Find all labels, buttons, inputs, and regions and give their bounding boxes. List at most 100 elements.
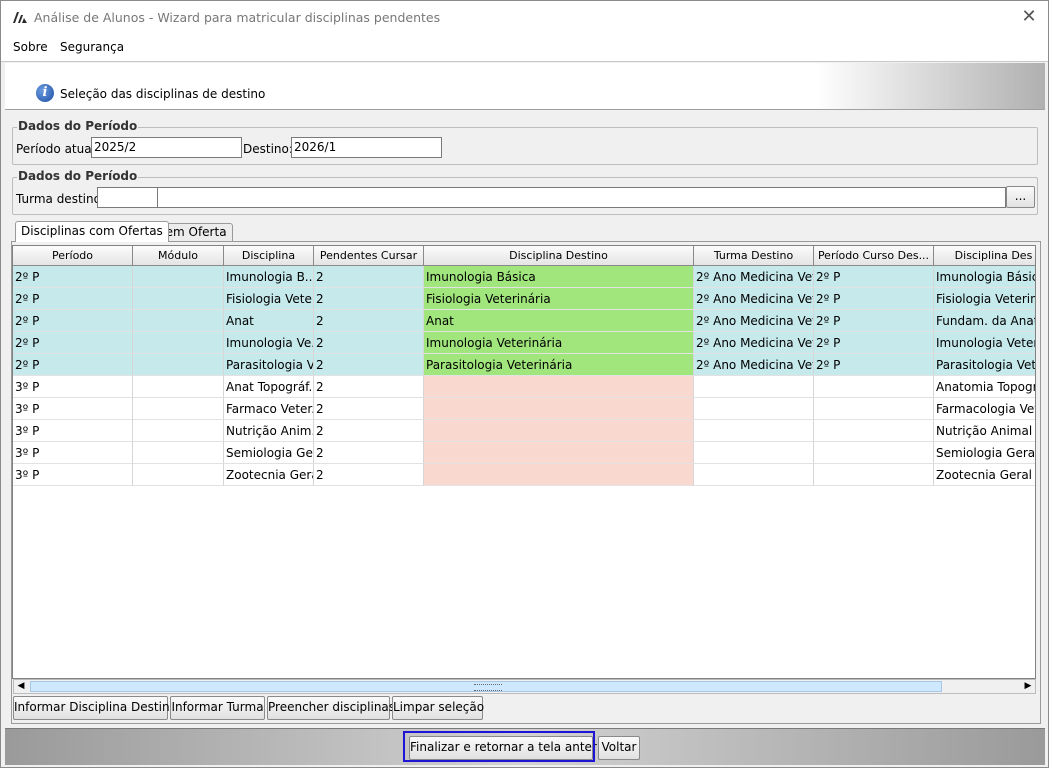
cell-disciplina-des[interactable]: Imunologia Básica (934, 266, 1035, 288)
cell-disciplina[interactable]: Semiologia Ge... (224, 442, 314, 464)
cell-periodo[interactable]: 2º P (13, 266, 133, 288)
cell-periodo[interactable]: 3º P (13, 398, 133, 420)
cell-modulo[interactable] (133, 310, 224, 332)
cell-pendentes[interactable]: 2 (314, 332, 424, 354)
table-row[interactable]: 3º P Anat Topográf... 2 Anatomia Topográ (13, 376, 1035, 398)
cell-disciplina[interactable]: Anat Topográf... (224, 376, 314, 398)
cell-disciplina-des[interactable]: Nutrição Animal I (934, 420, 1035, 442)
cell-turma-destino[interactable] (694, 442, 814, 464)
cell-turma-destino[interactable]: 2º Ano Medicina Vet... (694, 332, 814, 354)
cell-periodo[interactable]: 2º P (13, 354, 133, 376)
cell-periodo[interactable]: 3º P (13, 376, 133, 398)
cell-disciplina-des[interactable]: Parasitologia Veteri (934, 354, 1035, 376)
cell-disciplina[interactable]: Imunologia B... (224, 266, 314, 288)
cell-periodo-curso[interactable]: 2º P (814, 266, 934, 288)
cell-turma-destino[interactable] (694, 464, 814, 486)
cell-disciplina[interactable]: Zootecnia Geral (224, 464, 314, 486)
cell-turma-destino[interactable]: 2º Ano Medicina Vet... (694, 266, 814, 288)
cell-pendentes[interactable]: 2 (314, 354, 424, 376)
menu-seguranca[interactable]: Segurança (60, 40, 124, 54)
cell-periodo-curso[interactable] (814, 420, 934, 442)
cell-periodo[interactable]: 3º P (13, 420, 133, 442)
col-header-periodo[interactable]: Período (13, 246, 133, 266)
cell-disciplina-destino[interactable] (424, 398, 694, 420)
cell-pendentes[interactable]: 2 (314, 442, 424, 464)
table-row[interactable]: 3º P Zootecnia Geral 2 Zootecnia Geral (13, 464, 1035, 486)
cell-turma-destino[interactable] (694, 420, 814, 442)
table-row[interactable]: 3º P Nutrição Anim... 2 Nutrição Animal I (13, 420, 1035, 442)
cell-periodo-curso[interactable]: 2º P (814, 354, 934, 376)
col-header-turma-destino[interactable]: Turma Destino (694, 246, 814, 266)
cell-pendentes[interactable]: 2 (314, 310, 424, 332)
cell-disciplina-destino[interactable] (424, 420, 694, 442)
tab-disciplinas-com-ofertas[interactable]: Disciplinas com Ofertas (15, 221, 169, 242)
cell-disciplina-destino[interactable]: Imunologia Básica (424, 266, 694, 288)
table-row[interactable]: 3º P Semiologia Ge...2 Semiologia Geral Ve (13, 442, 1035, 464)
col-header-pendentes[interactable]: Pendentes Cursar (314, 246, 424, 266)
cell-modulo[interactable] (133, 332, 224, 354)
cell-disciplina-destino[interactable]: Parasitologia Veterinária (424, 354, 694, 376)
col-header-disciplina-destino[interactable]: Disciplina Destino (424, 246, 694, 266)
limpar-selecao-button[interactable]: Limpar seleção (392, 696, 484, 720)
cell-modulo[interactable] (133, 420, 224, 442)
col-header-modulo[interactable]: Módulo (133, 246, 224, 266)
cell-modulo[interactable] (133, 288, 224, 310)
cell-pendentes[interactable]: 2 (314, 288, 424, 310)
informar-disciplina-destino-button[interactable]: Informar Disciplina Destino (13, 696, 177, 720)
scroll-left-icon[interactable]: ◀ (14, 680, 28, 693)
periodo-atual-field[interactable]: 2025/2 (91, 137, 242, 158)
close-icon[interactable]: ✕ (1013, 5, 1045, 29)
cell-turma-destino[interactable]: 2º Ano Medicina Vet... (694, 310, 814, 332)
cell-periodo-curso[interactable] (814, 464, 934, 486)
cell-pendentes[interactable]: 2 (314, 266, 424, 288)
scrollbar-thumb[interactable] (30, 681, 942, 692)
cell-modulo[interactable] (133, 266, 224, 288)
cell-turma-destino[interactable] (694, 376, 814, 398)
cell-disciplina-destino[interactable] (424, 464, 694, 486)
turma-name-field[interactable] (157, 187, 1006, 208)
cell-periodo-curso[interactable] (814, 442, 934, 464)
cell-disciplina[interactable]: Anat (224, 310, 314, 332)
cell-modulo[interactable] (133, 354, 224, 376)
turma-code-field[interactable] (97, 187, 158, 208)
voltar-button[interactable]: Voltar (598, 736, 640, 760)
cell-disciplina-des[interactable]: Fundam. da Anator (934, 310, 1035, 332)
table-row[interactable]: 2º P Imunologia Ve... 2 Imunologia Veteriná… (13, 332, 1035, 354)
browse-turma-button[interactable]: ... (1006, 186, 1035, 208)
cell-periodo-curso[interactable] (814, 398, 934, 420)
cell-pendentes[interactable]: 2 (314, 464, 424, 486)
col-header-periodo-curso[interactable]: Período Curso Des... (814, 246, 934, 266)
scroll-right-icon[interactable]: ▶ (1021, 680, 1035, 693)
table-row[interactable]: 2º PParasitologia V...2Parasitologia Vet… (13, 354, 1035, 376)
cell-disciplina[interactable]: Fisiologia Vete... (224, 288, 314, 310)
table-row[interactable]: 2º P Fisiologia Vete... 2 Fisiologia Veteri… (13, 288, 1035, 310)
cell-disciplina-des[interactable]: Farmacologia Veter (934, 398, 1035, 420)
preencher-disciplinas-button[interactable]: Preencher disciplinas (267, 696, 395, 720)
cell-turma-destino[interactable] (694, 398, 814, 420)
cell-modulo[interactable] (133, 442, 224, 464)
cell-disciplina[interactable]: Farmaco Veter... (224, 398, 314, 420)
cell-periodo[interactable]: 3º P (13, 464, 133, 486)
menu-sobre[interactable]: Sobre (13, 40, 48, 54)
cell-disciplina[interactable]: Parasitologia V... (224, 354, 314, 376)
cell-periodo[interactable]: 2º P (13, 332, 133, 354)
cell-disciplina-des[interactable]: Imunologia Veterin (934, 332, 1035, 354)
cell-modulo[interactable] (133, 464, 224, 486)
table-row[interactable]: 3º P Farmaco Veter...2 Farmacologia Veter (13, 398, 1035, 420)
cell-periodo[interactable]: 2º P (13, 310, 133, 332)
col-header-disciplina-des[interactable]: Disciplina Des (934, 246, 1035, 266)
cell-periodo-curso[interactable]: 2º P (814, 288, 934, 310)
cell-pendentes[interactable]: 2 (314, 398, 424, 420)
cell-turma-destino[interactable]: 2º Ano Medicina Vet... (694, 288, 814, 310)
destino-field[interactable]: 2026/1 (291, 137, 442, 158)
cell-periodo-curso[interactable] (814, 376, 934, 398)
cell-disciplina-des[interactable]: Zootecnia Geral (934, 464, 1035, 486)
table-row[interactable]: 2º P Imunologia B... 2 Imunologia Básica 2º … (13, 266, 1035, 288)
cell-disciplina[interactable]: Imunologia Ve... (224, 332, 314, 354)
cell-periodo-curso[interactable]: 2º P (814, 332, 934, 354)
horizontal-scrollbar[interactable]: ◀ ▶ (13, 679, 1036, 694)
cell-disciplina-destino[interactable]: Fisiologia Veterinária (424, 288, 694, 310)
cell-periodo[interactable]: 2º P (13, 288, 133, 310)
cell-periodo[interactable]: 3º P (13, 442, 133, 464)
cell-disciplina-des[interactable]: Anatomia Topográ (934, 376, 1035, 398)
